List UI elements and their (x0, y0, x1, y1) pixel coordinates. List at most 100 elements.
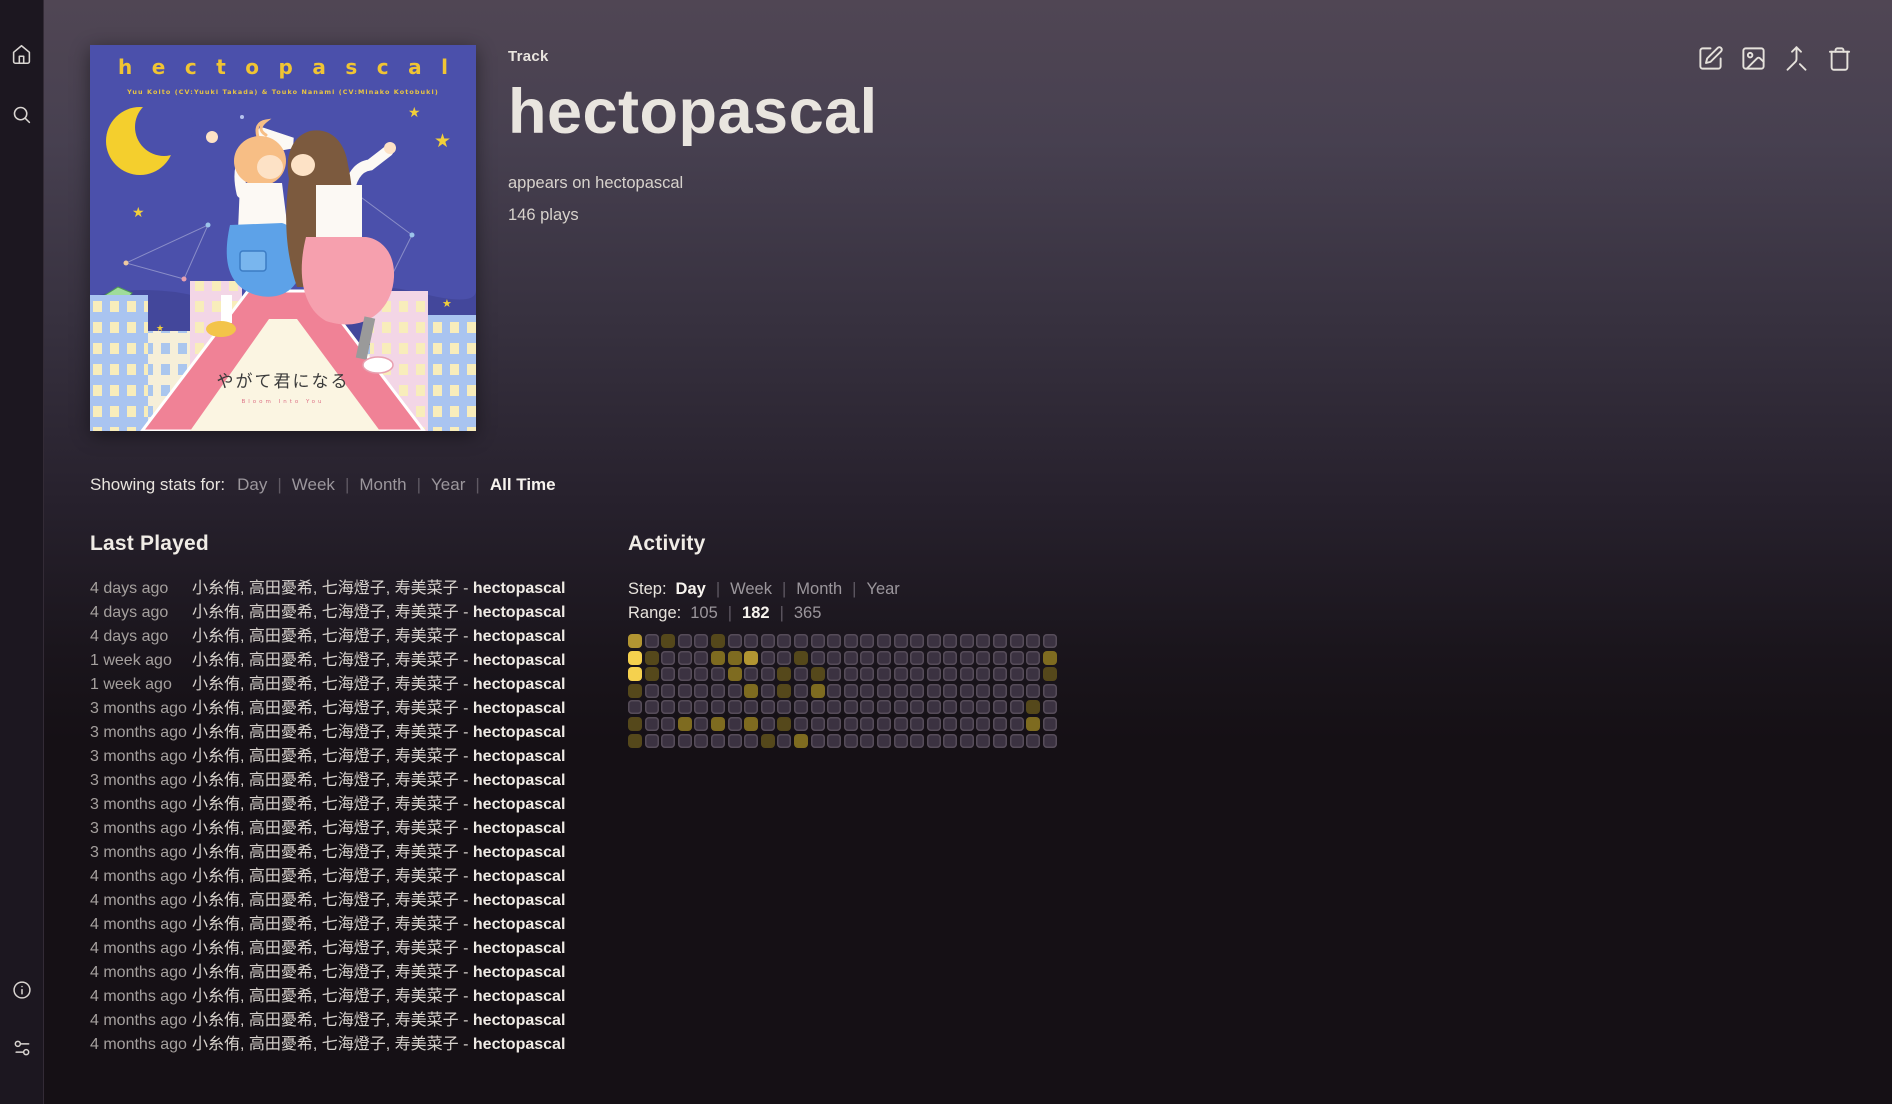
row-track-link[interactable]: hectopascal (473, 748, 565, 765)
artist-track-separator: - (459, 772, 473, 789)
row-artists-link[interactable]: 小糸侑, 高田憂希, 七海燈子, 寿美菜子 (192, 700, 459, 717)
activity-cell (645, 684, 659, 698)
row-track-link[interactable]: hectopascal (473, 652, 565, 669)
option-month[interactable]: Month (796, 577, 842, 601)
row-artists-link[interactable]: 小糸侑, 高田憂希, 七海燈子, 寿美菜子 (192, 820, 459, 837)
row-track-link[interactable]: hectopascal (473, 772, 565, 789)
activity-cell (728, 700, 742, 714)
option-day[interactable]: Day (676, 577, 706, 601)
play-time: 4 months ago (90, 1009, 176, 1033)
option-105[interactable]: 105 (690, 601, 718, 625)
option-all-time[interactable]: All Time (490, 475, 556, 495)
row-artists-link[interactable]: 小糸侑, 高田憂希, 七海燈子, 寿美菜子 (192, 844, 459, 861)
option-year[interactable]: Year (431, 475, 465, 495)
edit-button[interactable] (1696, 44, 1724, 72)
activity-cell (628, 651, 642, 665)
activity-cell (860, 734, 874, 748)
row-artists-link[interactable]: 小糸侑, 高田憂希, 七海燈子, 寿美菜子 (192, 652, 459, 669)
search-button[interactable] (0, 94, 44, 134)
settings-button[interactable] (0, 1028, 44, 1068)
play-count: 146 plays (508, 206, 878, 225)
row-track-link[interactable]: hectopascal (473, 700, 565, 717)
play-time: 3 months ago (90, 841, 176, 865)
appears-on-album-link[interactable]: hectopascal (595, 174, 683, 192)
row-artists-link[interactable]: 小糸侑, 高田憂希, 七海燈子, 寿美菜子 (192, 892, 459, 909)
row-track-link[interactable]: hectopascal (473, 988, 565, 1005)
play-time: 4 days ago (90, 601, 176, 625)
activity-cell (811, 700, 825, 714)
row-artists-link[interactable]: 小糸侑, 高田憂希, 七海燈子, 寿美菜子 (192, 1036, 459, 1053)
row-track-link[interactable]: hectopascal (473, 724, 565, 741)
row-track-link[interactable]: hectopascal (473, 964, 565, 981)
option-week[interactable]: Week (730, 577, 772, 601)
activity-cell (711, 717, 725, 731)
activity-cell (910, 684, 924, 698)
play-song: 小糸侑, 高田憂希, 七海燈子, 寿美菜子 - hectopascal (192, 673, 565, 697)
activity-cell (678, 667, 692, 681)
info-button[interactable] (0, 970, 44, 1010)
row-artists-link[interactable]: 小糸侑, 高田憂希, 七海燈子, 寿美菜子 (192, 988, 459, 1005)
row-artists-link[interactable]: 小糸侑, 高田憂希, 七海燈子, 寿美菜子 (192, 916, 459, 933)
cover-banner-text: やがて君になる (217, 372, 350, 392)
row-artists-link[interactable]: 小糸侑, 高田憂希, 七海燈子, 寿美菜子 (192, 628, 459, 645)
activity-cell (1010, 734, 1024, 748)
row-track-link[interactable]: hectopascal (473, 916, 565, 933)
activity-cell (993, 684, 1007, 698)
activity-cell (694, 651, 708, 665)
activity-cell (711, 700, 725, 714)
activity-cell (811, 684, 825, 698)
row-track-link[interactable]: hectopascal (473, 628, 565, 645)
row-artists-link[interactable]: 小糸侑, 高田憂希, 七海燈子, 寿美菜子 (192, 604, 459, 621)
home-button[interactable] (0, 34, 44, 74)
row-artists-link[interactable]: 小糸侑, 高田憂希, 七海燈子, 寿美菜子 (192, 580, 459, 597)
row-artists-link[interactable]: 小糸侑, 高田憂希, 七海燈子, 寿美菜子 (192, 940, 459, 957)
separator: | (417, 475, 421, 495)
activity-cell (794, 667, 808, 681)
cover-subtitle: Yuu Koito (CV:Yuuki Takada) & Touko Nana… (126, 88, 439, 96)
page-title: hectopascal (508, 79, 878, 145)
activity-cell (910, 700, 924, 714)
activity-cell (960, 734, 974, 748)
row-track-link[interactable]: hectopascal (473, 1012, 565, 1029)
row-artists-link[interactable]: 小糸侑, 高田憂希, 七海燈子, 寿美菜子 (192, 748, 459, 765)
option-month[interactable]: Month (359, 475, 406, 495)
row-track-link[interactable]: hectopascal (473, 1036, 565, 1053)
last-played-heading: Last Played (90, 532, 628, 556)
row-track-link[interactable]: hectopascal (473, 868, 565, 885)
activity-cell (877, 651, 891, 665)
option-365[interactable]: 365 (794, 601, 822, 625)
option-year[interactable]: Year (866, 577, 899, 601)
row-track-link[interactable]: hectopascal (473, 604, 565, 621)
row-track-link[interactable]: hectopascal (473, 676, 565, 693)
row-artists-link[interactable]: 小糸侑, 高田憂希, 七海燈子, 寿美菜子 (192, 772, 459, 789)
play-song: 小糸侑, 高田憂希, 七海燈子, 寿美菜子 - hectopascal (192, 769, 565, 793)
row-track-link[interactable]: hectopascal (473, 940, 565, 957)
option-day[interactable]: Day (237, 475, 267, 495)
row-artists-link[interactable]: 小糸侑, 高田憂希, 七海燈子, 寿美菜子 (192, 796, 459, 813)
merge-button[interactable] (1782, 44, 1810, 72)
row-track-link[interactable]: hectopascal (473, 796, 565, 813)
row-track-link[interactable]: hectopascal (473, 892, 565, 909)
activity-cell (761, 734, 775, 748)
row-track-link[interactable]: hectopascal (473, 580, 565, 597)
row-artists-link[interactable]: 小糸侑, 高田憂希, 七海燈子, 寿美菜子 (192, 1012, 459, 1029)
row-artists-link[interactable]: 小糸侑, 高田憂希, 七海燈子, 寿美菜子 (192, 868, 459, 885)
activity-cell (694, 634, 708, 648)
separator: | (345, 475, 349, 495)
row-artists-link[interactable]: 小糸侑, 高田憂希, 七海燈子, 寿美菜子 (192, 724, 459, 741)
activity-cell (877, 717, 891, 731)
list-item: 1 week ago 小糸侑, 高田憂希, 七海燈子, 寿美菜子 - hecto… (90, 673, 628, 697)
play-time: 4 months ago (90, 937, 176, 961)
row-artists-link[interactable]: 小糸侑, 高田憂希, 七海燈子, 寿美菜子 (192, 964, 459, 981)
artist-track-separator: - (459, 1012, 473, 1029)
image-button[interactable] (1739, 44, 1767, 72)
merge-icon (1783, 45, 1810, 72)
separator: | (780, 601, 784, 625)
row-artists-link[interactable]: 小糸侑, 高田憂希, 七海燈子, 寿美菜子 (192, 676, 459, 693)
delete-button[interactable] (1825, 44, 1853, 72)
option-182[interactable]: 182 (742, 601, 770, 625)
row-track-link[interactable]: hectopascal (473, 844, 565, 861)
option-week[interactable]: Week (292, 475, 335, 495)
row-track-link[interactable]: hectopascal (473, 820, 565, 837)
activity-cell (943, 634, 957, 648)
